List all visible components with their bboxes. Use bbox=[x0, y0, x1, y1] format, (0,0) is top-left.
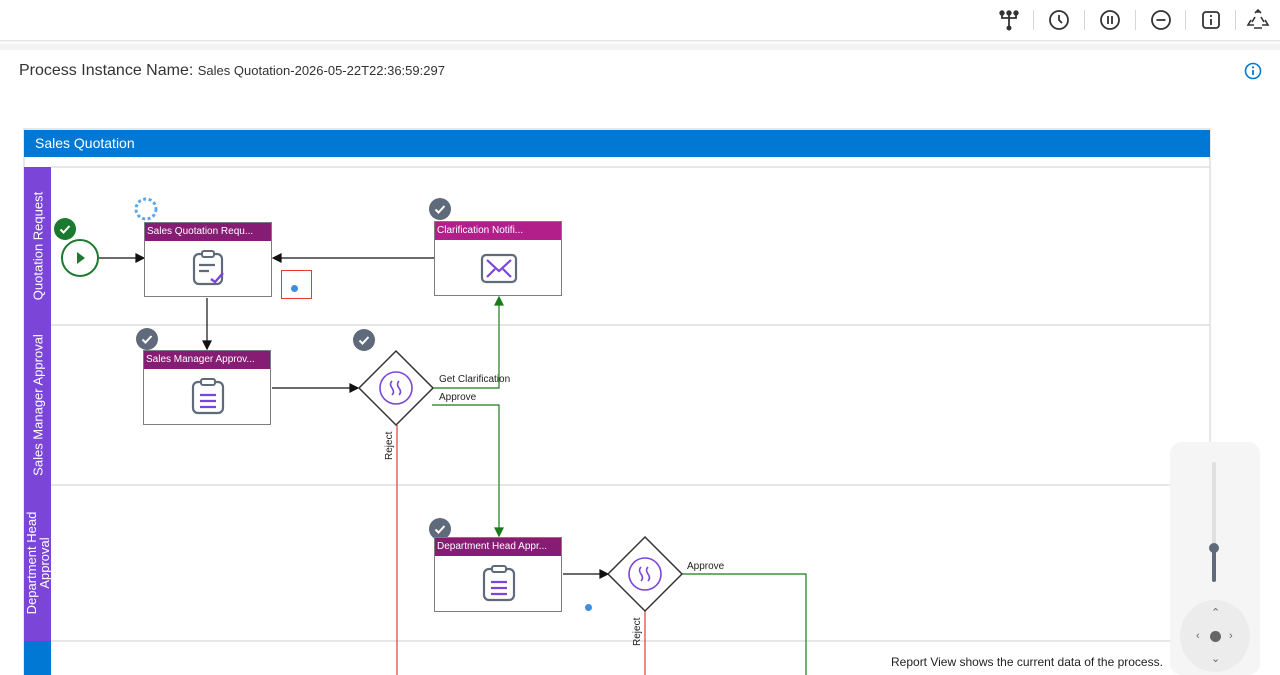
lane-label-quotation-request: Quotation Request bbox=[24, 167, 51, 325]
pan-right-icon[interactable]: › bbox=[1229, 631, 1233, 642]
position-dot bbox=[585, 604, 592, 611]
task-sales-quotation-request[interactable]: Sales Quotation Requ... bbox=[144, 222, 272, 297]
pool-header: Sales Quotation bbox=[24, 130, 1210, 157]
lane-label-sales-manager-approval: Sales Manager Approval bbox=[24, 325, 51, 485]
pan-down-icon[interactable]: ⌄ bbox=[1211, 654, 1220, 665]
zoom-slider-fill bbox=[1212, 548, 1216, 582]
pause-icon[interactable] bbox=[1098, 8, 1122, 32]
task-title: Sales Manager Approv... bbox=[144, 351, 270, 369]
lane-label-text: Sales Manager Approval bbox=[30, 334, 45, 476]
flow-label-approve: Approve bbox=[687, 561, 725, 572]
pan-up-icon[interactable]: ⌃ bbox=[1211, 608, 1220, 619]
completed-check-icon bbox=[429, 198, 451, 220]
lane-label-text: Quotation Request bbox=[30, 191, 45, 301]
position-dot bbox=[291, 285, 298, 292]
clipboard-list-icon bbox=[479, 564, 519, 604]
toolbar-divider bbox=[1033, 10, 1034, 30]
selection-marker[interactable] bbox=[281, 270, 312, 299]
report-view-note: Report View shows the current data of th… bbox=[891, 655, 1163, 669]
history-icon[interactable] bbox=[1047, 8, 1071, 32]
flow-label-approve: Approve bbox=[439, 392, 477, 403]
clipboard-list-icon bbox=[188, 377, 228, 417]
toolbar-divider bbox=[1084, 10, 1085, 30]
flow-label-reject: Reject bbox=[632, 617, 643, 646]
task-department-head-approval[interactable]: Department Head Appr... bbox=[434, 537, 562, 612]
completed-check-icon bbox=[54, 218, 76, 240]
gateway-department-head[interactable] bbox=[606, 535, 684, 613]
pan-left-icon[interactable]: ‹ bbox=[1196, 631, 1200, 642]
completed-check-icon bbox=[136, 328, 158, 350]
clipboard-check-icon bbox=[189, 249, 229, 289]
lane-label-text: Department Head Approval bbox=[23, 511, 52, 615]
task-title: Clarification Notifi... bbox=[435, 222, 561, 240]
start-event[interactable] bbox=[61, 239, 99, 277]
task-title: Department Head Appr... bbox=[435, 538, 561, 556]
hierarchy-icon[interactable] bbox=[997, 8, 1021, 32]
process-instance-name: Process Instance Name: Sales Quotation-2… bbox=[19, 62, 445, 80]
pan-center-button[interactable] bbox=[1210, 631, 1221, 642]
recycle-icon[interactable] bbox=[1246, 8, 1270, 32]
task-sales-manager-approval[interactable]: Sales Manager Approv... bbox=[143, 350, 271, 425]
info-square-icon[interactable] bbox=[1199, 8, 1223, 32]
toolbar-divider bbox=[1235, 10, 1236, 30]
task-clarification-notification[interactable]: Clarification Notifi... bbox=[434, 221, 562, 296]
lane-label-next bbox=[24, 641, 51, 675]
flow-label-reject: Reject bbox=[384, 431, 395, 460]
process-instance-label: Process Instance Name: bbox=[19, 62, 194, 79]
loading-spinner-icon bbox=[134, 197, 158, 221]
info-icon[interactable] bbox=[1244, 62, 1262, 80]
lane-label-department-head-approval: Department Head Approval bbox=[23, 485, 52, 641]
sub-header-strip bbox=[0, 44, 1280, 50]
task-title: Sales Quotation Requ... bbox=[145, 223, 271, 241]
toolbar bbox=[0, 0, 1280, 41]
stop-icon[interactable] bbox=[1149, 8, 1173, 32]
flow-label-get-clarification: Get Clarification bbox=[439, 374, 511, 385]
toolbar-divider bbox=[1135, 10, 1136, 30]
process-instance-value: Sales Quotation-2026-05-22T22:36:59:297 bbox=[197, 63, 445, 78]
toolbar-divider bbox=[1185, 10, 1186, 30]
envelope-icon bbox=[479, 248, 519, 288]
completed-check-icon bbox=[353, 329, 375, 351]
gateway-sales-manager[interactable] bbox=[357, 349, 435, 427]
